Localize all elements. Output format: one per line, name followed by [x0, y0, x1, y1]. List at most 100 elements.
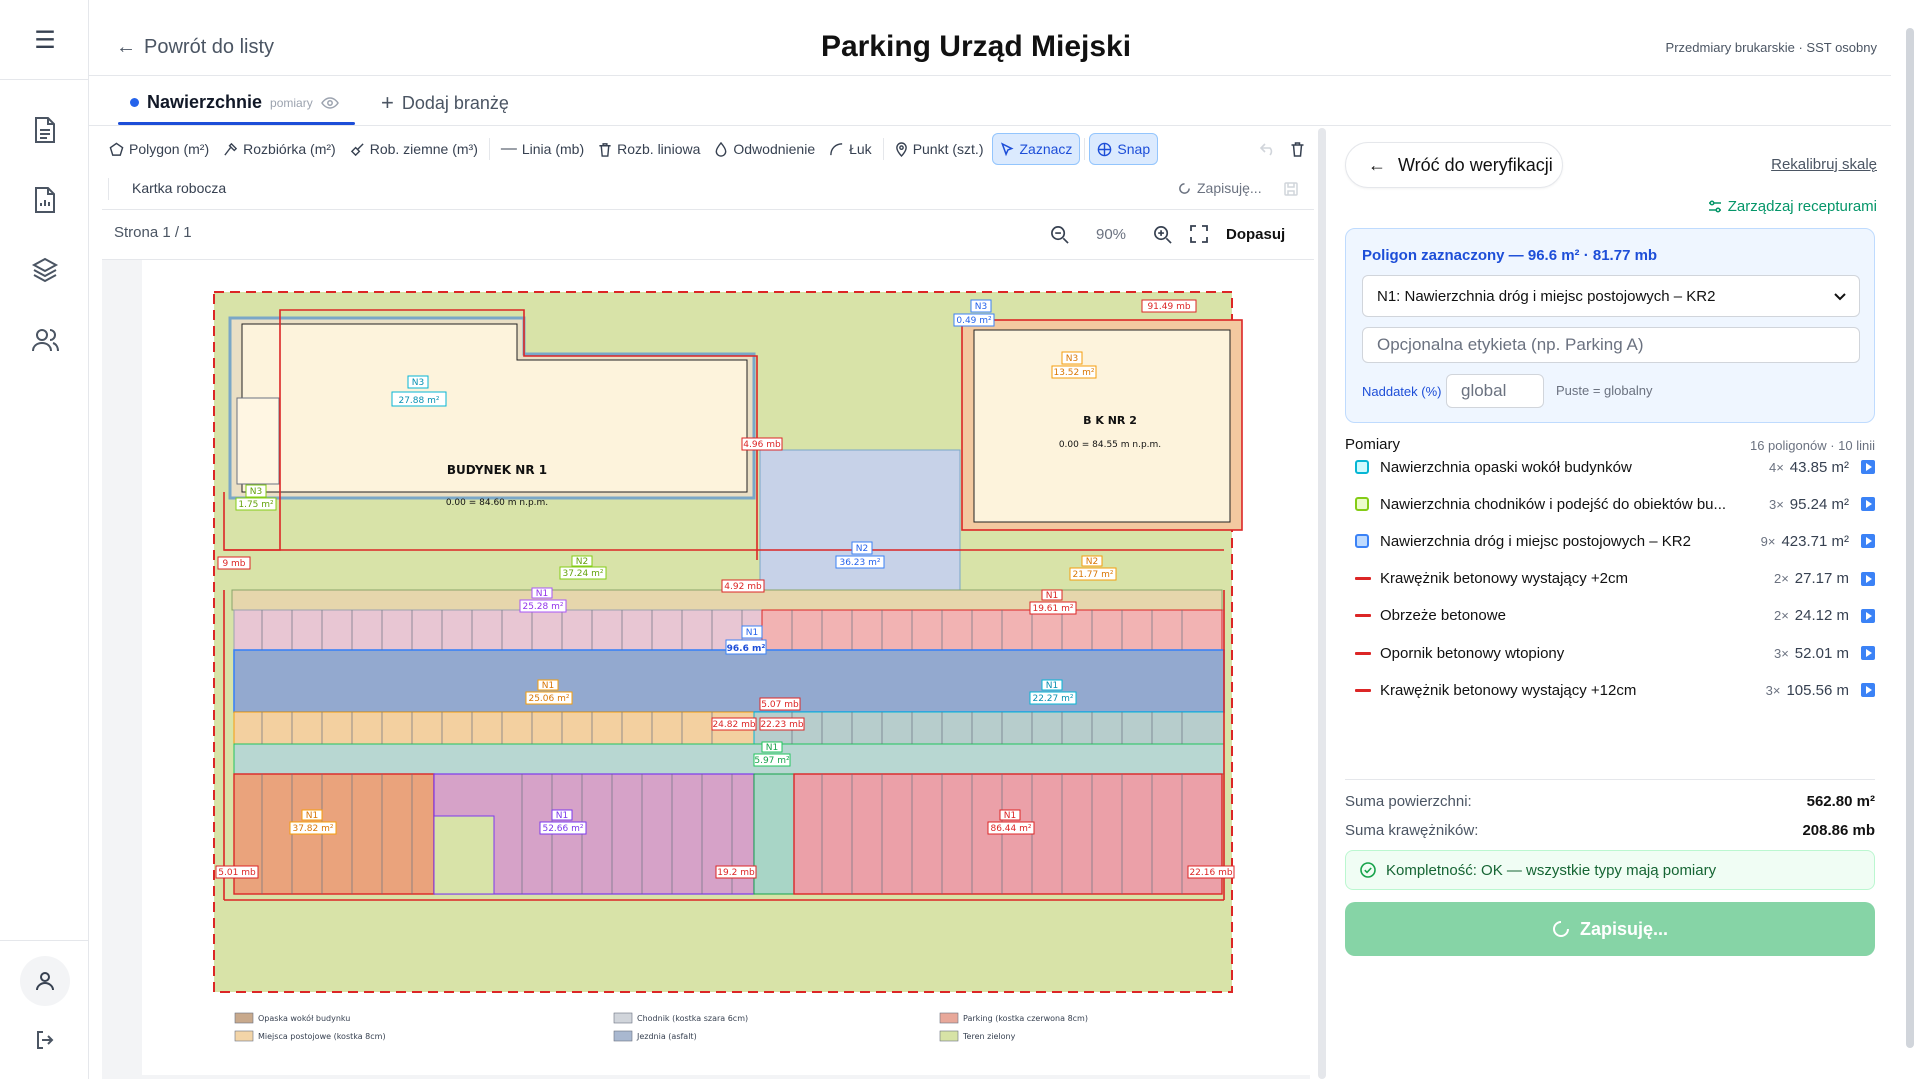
measure-value: 105.56 m [1786, 681, 1849, 699]
measure-name: Opornik betonowy wtopiony [1380, 644, 1565, 662]
svg-text:24.82 mb: 24.82 mb [712, 720, 755, 730]
svg-text:N1: N1 [1046, 681, 1058, 691]
tool-demolition-button[interactable]: Rozbiórka (m²) [216, 133, 343, 165]
left-rail: ☰ [0, 0, 89, 1079]
tool-select-button[interactable]: Zaznacz [992, 133, 1081, 165]
undo-button[interactable] [1253, 133, 1283, 165]
tool-polygon-button[interactable]: Polygon (m²) [102, 133, 216, 165]
fullscreen-icon[interactable] [1190, 225, 1208, 243]
svg-text:N1: N1 [766, 743, 778, 753]
svg-text:37.24 m²: 37.24 m² [562, 569, 603, 579]
users-icon[interactable] [27, 322, 63, 358]
measure-item[interactable]: Obrzeże betonowe 2× 24.12 m [1345, 601, 1875, 631]
app-root: ☰ ← Powrót do listy Parking Urząd Miejsk… [0, 0, 1919, 1079]
plan-canvas[interactable]: BUDYNEK NR 1 0.00 = 84.60 m n.p.m. B K N… [102, 260, 1310, 1079]
label-input[interactable]: Opcjonalna etykieta (np. Parking A) [1362, 327, 1860, 363]
play-icon[interactable] [1861, 534, 1875, 549]
layers-icon[interactable] [27, 252, 63, 288]
tool-line-button[interactable]: — Linia (mb) [494, 133, 591, 165]
sum-curb-row: Suma krawężników: 208.86 mb [1345, 822, 1875, 839]
zoom-controls: 90% Dopasuj [1050, 216, 1285, 252]
back-to-list-link[interactable]: ← Powrót do listy [116, 36, 274, 59]
tool-drainage-button[interactable]: Odwodnienie [707, 133, 822, 165]
tool-snap-toggle[interactable]: Snap [1089, 133, 1159, 165]
measure-item[interactable]: Nawierzchnia opaski wokół budynków 4× 43.8… [1345, 452, 1875, 482]
drawing-toolbar: Polygon (m²) Rozbiórka (m²) Rob. ziemne … [102, 132, 1312, 166]
play-icon[interactable] [1861, 497, 1875, 512]
fit-button[interactable]: Dopasuj [1226, 226, 1285, 243]
line-swatch-icon [1355, 651, 1371, 655]
measure-count: 2× [1773, 608, 1789, 624]
play-icon[interactable] [1861, 460, 1875, 474]
line-swatch-icon [1355, 614, 1371, 618]
play-icon[interactable] [1861, 646, 1875, 660]
parking-row-top-right [761, 609, 1223, 651]
saving-text: Zapisuję... [1197, 180, 1262, 196]
tool-label: Snap [1117, 141, 1151, 157]
tab-nawierzchnie[interactable]: Nawierzchnie pomiary [130, 92, 339, 113]
save-button[interactable]: Zapisuję... [1345, 902, 1875, 956]
logout-icon[interactable] [27, 1022, 63, 1058]
zoom-out-icon[interactable] [1050, 225, 1069, 244]
svg-text:19.2 mb: 19.2 mb [717, 868, 755, 878]
svg-text:Jezdnia (asfalt): Jezdnia (asfalt) [636, 1032, 697, 1041]
svg-text:N3: N3 [975, 302, 987, 312]
building-2-name: B K NR 2 [1083, 414, 1137, 427]
page-title: Parking Urząd Miejski [820, 30, 1132, 63]
canvas-scrollbar[interactable] [1318, 128, 1326, 1079]
tab-add-branch[interactable]: + Dodaj branżę [381, 92, 509, 114]
legend-swatch [613, 1012, 633, 1024]
svg-text:0.49 m²: 0.49 m² [956, 316, 992, 326]
naddatek-input[interactable]: global [1446, 374, 1544, 408]
svg-text:22.23 mb: 22.23 mb [760, 720, 803, 730]
measure-item[interactable]: Opornik betonowy wtopiony 3× 52.01 m [1345, 638, 1875, 668]
header-divider [89, 75, 1891, 76]
plan-legend: Opaska wokół budynku Chodnik (kostka sza… [234, 1012, 1088, 1042]
line-swatch-icon [1355, 688, 1371, 692]
report-icon[interactable] [27, 182, 63, 218]
svg-text:N3: N3 [412, 378, 424, 388]
tool-earthworks-button[interactable]: Rob. ziemne (m³) [343, 133, 485, 165]
measure-name: Obrzeże betonowe [1380, 607, 1506, 625]
manage-recipes-link[interactable]: Zarządzaj recepturami [1708, 198, 1877, 215]
completeness-status: Kompletność: OK — wszystkie typy mają po… [1345, 850, 1875, 890]
save-icon[interactable] [1284, 182, 1298, 196]
site-plan[interactable]: BUDYNEK NR 1 0.00 = 84.60 m n.p.m. B K N… [142, 260, 1310, 1075]
tool-label: Odwodnienie [733, 141, 816, 157]
avatar[interactable] [20, 956, 70, 1006]
svg-text:22.27 m²: 22.27 m² [1032, 694, 1073, 704]
menu-icon[interactable]: ☰ [30, 26, 60, 54]
measure-value: 24.12 m [1794, 607, 1849, 625]
selected-polygon-header: Poligon zaznaczony — 96.6 m² · 81.77 mb [1362, 247, 1658, 264]
measure-item[interactable]: Nawierzchnia dróg i miejsc postojowych –… [1345, 526, 1875, 556]
measure-item[interactable]: Krawężnik betonowy wystający +12cm 3× 105.… [1345, 675, 1875, 705]
page-scrollbar[interactable] [1906, 28, 1914, 1048]
measure-item[interactable]: Nawierzchnia chodników i podejść do obie… [1345, 489, 1875, 519]
undo-icon [1260, 143, 1273, 156]
svg-text:4.92 mb: 4.92 mb [724, 582, 762, 592]
play-icon[interactable] [1861, 571, 1875, 586]
svg-text:Parking (kostka czerwona 8cm): Parking (kostka czerwona 8cm) [963, 1014, 1088, 1023]
spinner-icon [1552, 921, 1569, 937]
surface-type-select[interactable]: N1: Nawierzchnia dróg i miejsc postojowy… [1362, 275, 1860, 317]
tool-linear-demolition-button[interactable]: Rozb. liniowa [591, 133, 707, 165]
tool-arc-button[interactable]: Łuk [822, 133, 879, 165]
toolbar-separator [108, 178, 109, 200]
tool-point-button[interactable]: Punkt (szt.) [888, 133, 991, 165]
svg-text:N3: N3 [250, 487, 262, 497]
recalibrate-scale-link[interactable]: Rekalibruj skalę [1771, 156, 1877, 173]
zoom-in-icon[interactable] [1153, 225, 1172, 244]
delete-button[interactable] [1283, 133, 1312, 165]
svg-text:13.52 m²: 13.52 m² [1053, 368, 1094, 378]
svg-text:86.44 m²: 86.44 m² [990, 824, 1031, 834]
play-icon[interactable] [1861, 608, 1875, 623]
back-to-verification-button[interactable]: ← Wróć do weryfikacji [1345, 142, 1563, 188]
svg-text:N2: N2 [856, 544, 868, 554]
document-icon[interactable] [27, 112, 63, 148]
measure-item[interactable]: Krawężnik betonowy wystający +2cm 2× 27.17… [1345, 564, 1875, 594]
eye-icon[interactable] [320, 96, 339, 110]
svg-text:Teren zielony: Teren zielony [962, 1032, 1016, 1041]
play-icon[interactable] [1861, 683, 1875, 698]
building-2-level: 0.00 = 84.55 m n.p.m. [1059, 440, 1161, 450]
measure-count: 2× [1773, 571, 1789, 587]
